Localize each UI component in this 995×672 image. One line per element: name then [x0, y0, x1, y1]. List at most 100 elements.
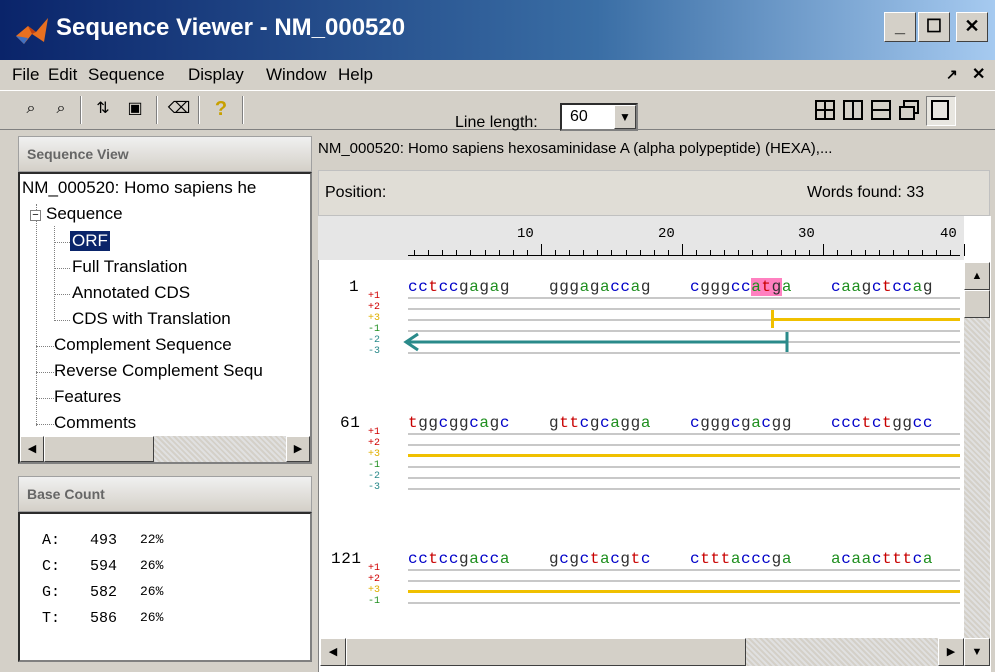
maximize-icon: ☐	[925, 16, 943, 36]
scroll-down-icon[interactable]: ▼	[964, 638, 990, 666]
close-button[interactable]: ✕	[956, 12, 988, 42]
tree-connector	[36, 204, 37, 426]
toolbar-separator	[80, 96, 82, 124]
tree-root[interactable]: NM_000520: Homo sapiens he	[22, 178, 256, 198]
zoom-in-icon[interactable]: ⌕	[18, 97, 44, 121]
ruler-label-10: 10	[517, 226, 534, 242]
eraser-icon[interactable]: ⌫	[166, 97, 192, 121]
position-label: Position:	[325, 184, 387, 201]
base-count-row-t: T: 586 26%	[42, 610, 163, 627]
undock-icon[interactable]: ↗	[946, 66, 958, 83]
close-icon: ✕	[964, 16, 980, 36]
scroll-left-icon[interactable]: ◀	[320, 638, 346, 666]
tile-layout-icon[interactable]	[812, 97, 838, 123]
scroll-right-icon[interactable]: ▶	[286, 436, 310, 462]
tree-connector	[54, 294, 70, 295]
collapse-icon[interactable]: −	[30, 210, 41, 221]
ruler-baseline	[408, 255, 960, 256]
tree-connector	[54, 268, 70, 269]
menu-display[interactable]: Display	[188, 65, 244, 85]
export-icon[interactable]: ▣	[122, 97, 148, 121]
tree-item-full-translation[interactable]: Full Translation	[72, 257, 187, 277]
float-layout-icon[interactable]	[896, 97, 922, 123]
base-percent: 26%	[140, 558, 164, 573]
help-icon[interactable]: ?	[208, 97, 234, 121]
ruler-tick	[963, 244, 965, 256]
tree-connector	[54, 242, 70, 243]
scroll-up-icon[interactable]: ▲	[964, 262, 990, 290]
base-label: A:	[42, 532, 61, 549]
sequence-vscroll-thumb[interactable]	[964, 290, 990, 318]
tree-connector	[54, 226, 55, 321]
sequence-view-header: Sequence View	[18, 136, 312, 172]
menu-window[interactable]: Window	[266, 65, 326, 85]
base-count: 582	[90, 584, 118, 601]
base-label: C:	[42, 558, 61, 575]
ruler-label-20: 20	[658, 226, 675, 242]
menu-help[interactable]: Help	[338, 65, 373, 85]
base-percent: 26%	[140, 584, 164, 599]
chevron-down-icon[interactable]: ▼	[614, 105, 636, 129]
maximize-button[interactable]: ☐	[918, 12, 950, 42]
sequence-tree: NM_000520: Homo sapiens he − Sequence OR…	[18, 172, 312, 464]
left-right-layout-icon[interactable]	[840, 97, 866, 123]
tree-item-annotated-cds[interactable]: Annotated CDS	[72, 283, 190, 303]
tree-connector	[36, 372, 54, 373]
base-label: T:	[42, 610, 61, 627]
maximize-layout-icon	[931, 100, 949, 120]
sequence-description: NM_000520: Homo sapiens hexosaminidase A…	[318, 140, 833, 157]
base-count-panel: A: 493 22% C: 594 26% G: 582 26% T: 586 …	[18, 512, 312, 662]
sequence-hscroll-thumb[interactable]	[346, 638, 746, 666]
base-label: G:	[42, 584, 61, 601]
tree-item-cds-translation[interactable]: CDS with Translation	[72, 309, 231, 329]
minimize-icon: _	[894, 16, 905, 36]
tree-item-orf[interactable]: ORF	[70, 231, 110, 251]
ruler-label-40: 40	[940, 226, 957, 242]
base-count: 594	[90, 558, 118, 575]
line-length-value: 60	[570, 108, 588, 125]
tree-connector	[54, 320, 70, 321]
panel-splitter[interactable]	[312, 132, 316, 672]
ruler-ticks	[408, 244, 965, 256]
toolbar-separator	[242, 96, 244, 124]
base-count-row-a: A: 493 22%	[42, 532, 163, 549]
tree-item-reverse-complement[interactable]: Reverse Complement Sequ	[54, 361, 263, 381]
tree-connector	[36, 398, 54, 399]
tree-item-features[interactable]: Features	[54, 387, 121, 407]
line-length-label: Line length:	[455, 114, 538, 131]
base-percent: 26%	[140, 610, 164, 625]
zoom-out-icon[interactable]: ⌕	[48, 97, 74, 121]
menu-file[interactable]: File	[12, 65, 39, 85]
base-count-row-g: G: 582 26%	[42, 584, 163, 601]
toolbar-separator	[156, 96, 158, 124]
tree-scroll-thumb[interactable]	[44, 436, 154, 462]
menu-edit[interactable]: Edit	[48, 65, 77, 85]
tree-sequence[interactable]: Sequence	[46, 204, 123, 224]
menu-close-icon[interactable]: ✕	[972, 64, 985, 84]
minimize-button[interactable]: _	[884, 12, 916, 42]
ruler-label-30: 30	[798, 226, 815, 242]
maximize-layout-button[interactable]	[926, 96, 956, 126]
sequence-vscrollbar[interactable]	[964, 262, 990, 638]
tree-item-comments[interactable]: Comments	[54, 413, 136, 433]
sequence-display	[318, 216, 991, 672]
tree-connector	[36, 346, 54, 347]
base-count-header: Base Count	[18, 476, 312, 512]
scroll-right-icon[interactable]: ▶	[938, 638, 964, 666]
toolbar-separator	[198, 96, 200, 124]
tree-item-complement[interactable]: Complement Sequence	[54, 335, 232, 355]
base-count-row-c: C: 594 26%	[42, 558, 163, 575]
menu-sequence[interactable]: Sequence	[88, 65, 165, 85]
position-bar: Position: Words found: 33	[318, 170, 990, 216]
line-length-select[interactable]: 60 ▼	[560, 103, 638, 131]
tree-connector	[36, 424, 54, 425]
matlab-logo-icon	[16, 18, 48, 44]
scroll-left-icon[interactable]: ◀	[20, 436, 44, 462]
find-word-icon[interactable]: ⇅	[90, 97, 116, 121]
words-found: Words found: 33	[807, 184, 925, 201]
base-count: 586	[90, 610, 118, 627]
base-percent: 22%	[140, 532, 164, 547]
top-bottom-layout-icon[interactable]	[868, 97, 894, 123]
base-count: 493	[90, 532, 118, 549]
window-title: Sequence Viewer - NM_000520	[56, 14, 406, 41]
